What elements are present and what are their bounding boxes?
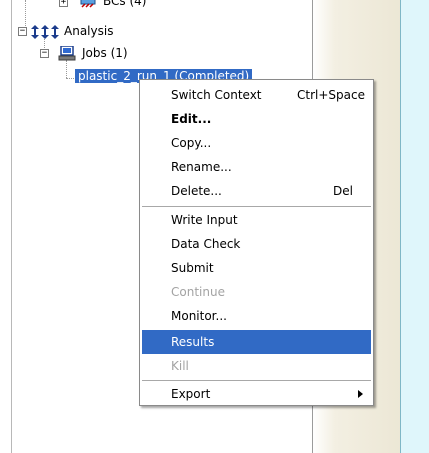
menu-label: Results [171,335,215,349]
menu-label: Data Check [171,237,241,251]
menu-item-write-input[interactable]: Write Input [142,208,371,232]
menu-item-monitor[interactable]: Monitor... [142,304,371,328]
menu-label: Delete... [171,184,222,198]
menu-item-export[interactable]: Export [142,382,371,406]
analysis-collapse-toggle[interactable]: − [18,27,27,36]
menu-item-rename[interactable]: Rename... [142,155,371,179]
menu-separator [142,380,371,381]
menu-label: Monitor... [171,309,227,323]
menu-item-switch-context[interactable]: Switch Context Ctrl+Space [142,83,371,107]
menu-label: Copy... [171,136,212,150]
menu-shortcut: Ctrl+Space [297,88,365,102]
menu-label: Rename... [171,160,232,174]
menu-label: Export [171,387,211,401]
tree-connector [25,0,26,28]
menu-item-data-check[interactable]: Data Check [142,232,371,256]
bcs-icon [80,0,96,8]
menu-label: Edit... [171,112,212,126]
menu-item-edit[interactable]: Edit... [142,107,371,131]
menu-label: Switch Context [171,88,262,102]
menu-item-delete[interactable]: Delete... Del [142,179,371,203]
menu-label: Kill [171,359,189,373]
menu-label: Write Input [171,213,238,227]
menu-shortcut: Del [333,184,353,198]
right-panel-edge [400,0,429,453]
tree-node-analysis[interactable]: Analysis [64,24,113,38]
menu-item-submit[interactable]: Submit [142,256,371,280]
jobs-collapse-toggle[interactable]: − [40,49,49,58]
menu-item-kill: Kill [142,354,371,378]
tree-node-bcs[interactable]: BCs (4) [103,0,146,8]
menu-label: Continue [171,285,225,299]
job-context-menu: Switch Context Ctrl+Space Edit... Copy..… [139,79,374,406]
menu-separator [142,206,371,207]
analysis-icon [31,25,59,39]
jobs-icon [58,46,76,61]
menu-label: Submit [171,261,214,275]
menu-item-results[interactable]: Results [142,330,371,354]
submenu-arrow-icon [358,390,363,398]
tree-node-jobs[interactable]: Jobs (1) [82,46,128,60]
menu-item-copy[interactable]: Copy... [142,131,371,155]
tree-border [11,0,12,453]
bcs-expand-toggle[interactable]: + [59,0,68,7]
tree-connector [66,60,67,78]
menu-item-continue: Continue [142,280,371,304]
